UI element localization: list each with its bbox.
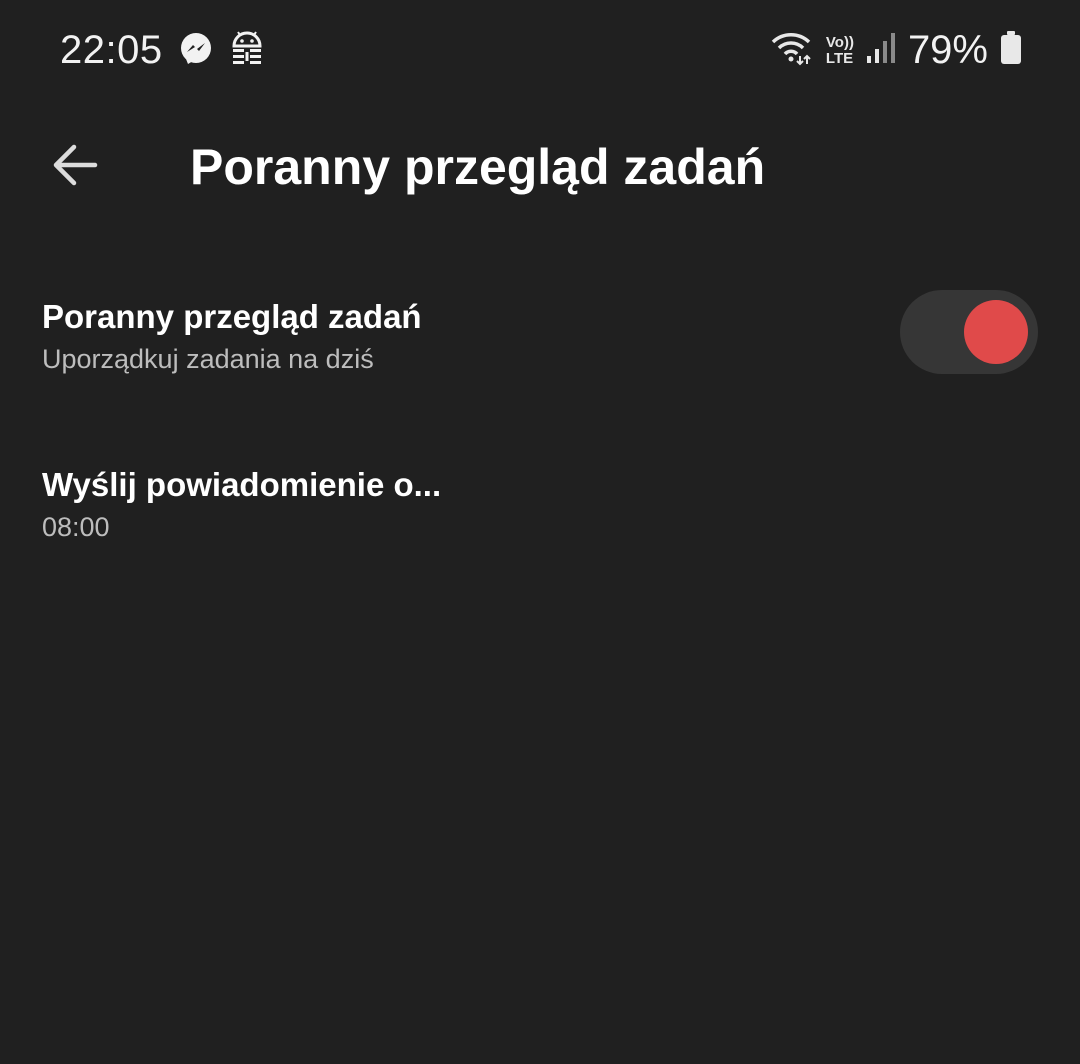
screen: 22:05 Vo)) LTE 79% Poranny przegląd zada…	[0, 0, 1080, 1064]
setting-notification-time[interactable]: Wyślij powiadomienie o... 08:00	[0, 440, 1080, 570]
volte-bottom: LTE	[825, 49, 854, 67]
battery-icon	[1000, 31, 1022, 70]
volte-icon: Vo)) LTE	[825, 33, 854, 67]
toggle-knob	[964, 300, 1028, 364]
status-bar: 22:05 Vo)) LTE 79%	[0, 0, 1080, 100]
battery-percent: 79%	[907, 28, 988, 72]
app-bar: Poranny przegląd zadań	[0, 110, 1080, 220]
volte-top: Vo))	[825, 33, 854, 51]
signal-icon	[866, 32, 896, 69]
wifi-icon	[770, 30, 812, 71]
setting-notification-time-value: 08:00	[42, 512, 110, 542]
setting-notification-time-title: Wyślij powiadomienie o...	[42, 466, 442, 503]
setting-morning-review-title: Poranny przegląd zadań	[42, 298, 422, 335]
status-right: Vo)) LTE 79%	[770, 28, 1022, 73]
back-button[interactable]	[40, 132, 110, 202]
status-time: 22:05	[60, 28, 163, 72]
arrow-left-icon	[52, 144, 98, 191]
morning-review-toggle[interactable]	[900, 290, 1038, 374]
page-title: Poranny przegląd zadań	[190, 139, 766, 195]
setting-morning-review-subtitle: Uporządkuj zadania na dziś	[42, 344, 374, 374]
android-debug-icon	[228, 30, 266, 73]
status-left-icons	[178, 30, 266, 73]
messenger-icon	[178, 31, 214, 72]
